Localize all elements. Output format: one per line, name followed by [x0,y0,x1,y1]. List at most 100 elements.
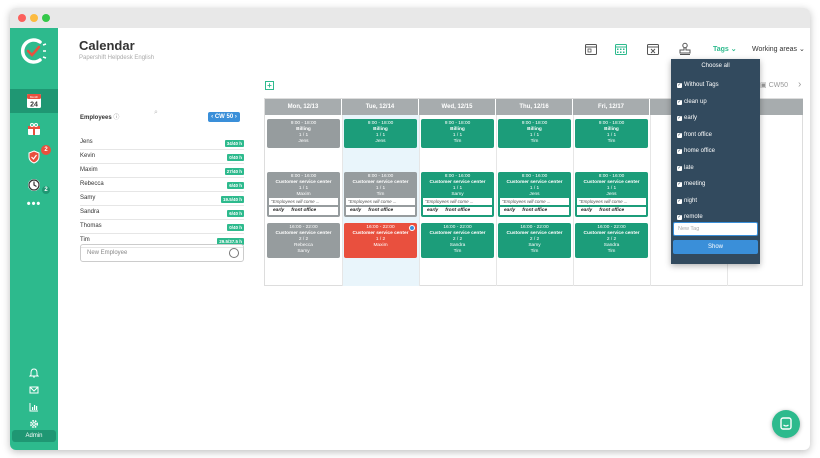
calendar-clear-icon[interactable] [646,42,660,56]
checkbox-checked-icon[interactable]: ✓ [677,116,682,121]
employee-hours-badge: 0/40 h [227,154,244,161]
calendar-day-view-icon[interactable] [584,42,598,56]
shift-card-customer-service[interactable]: 8:00 - 16:00 Customer service center 1 / 1… [344,172,417,217]
sidebar: Month 24 2 2 ••• Admin [10,28,58,450]
stamp-icon[interactable] [678,42,692,56]
tag-option-label: front office [684,131,712,138]
choose-all-link[interactable]: Choose all [671,63,760,69]
employee-row[interactable]: Samy 19.5/40 h [80,192,244,206]
sidebar-item-gift[interactable] [10,117,58,141]
close-window-icon[interactable] [18,14,26,22]
shift-card-customer-service[interactable]: 8:00 - 16:00 Customer service center 1 / 1… [498,172,571,217]
shift-card-customer-service[interactable]: 8:00 - 16:00 Customer service center 1 / 1… [421,172,494,217]
day-header: Fri, 12/17 [573,99,650,115]
papershift-logo-icon[interactable] [18,36,48,66]
shift-tags: early front office [269,207,338,215]
employee-row[interactable]: Sandra 6/40 h [80,206,244,220]
day-header: Mon, 12/13 [265,99,342,115]
cw-label: CW50 [768,82,789,89]
shift-tags: early front office [423,207,492,215]
shift-card-billing[interactable]: 9:00 - 18:00 Billing 1 / 1 Tim [421,119,494,148]
shift-tags: early front office [577,207,646,215]
working-areas-dropdown-button[interactable]: Working areas ⌄ [752,45,805,53]
employee-name: Kevin [80,153,96,159]
new-employee-input[interactable]: New Employee [80,244,244,262]
gift-icon [28,123,40,135]
tag-option-label: clean up [684,98,707,105]
shift-card-billing[interactable]: 9:00 - 18:00 Billing 1 / 1 Tim [575,119,648,148]
cw-navigation[interactable]: ▣ CW50 [760,81,788,89]
calendar-month-text: Month [30,95,39,99]
add-shift-button[interactable]: + [265,81,274,90]
shift-card-evening[interactable]: 16:00 - 22:00 Customer service center 2 / … [267,223,340,258]
employee-row[interactable]: Kevin 0/40 h [80,150,244,164]
employee-name: Sandra [80,209,100,215]
tag-option[interactable]: ✓ meeting [677,179,705,189]
shift-text: Tim [530,249,539,254]
search-icon[interactable]: ⌕ [154,109,158,117]
shift-note: "Employees will come ... [346,198,415,205]
employees-label: Employees [80,115,112,121]
shift-card-evening[interactable]: 16:00 - 22:00 Customer service center 2 / … [421,223,494,258]
shift-tags: early front office [500,207,569,215]
admin-button[interactable]: Admin [12,430,56,442]
calendar-day-text: 24 [30,102,38,109]
chat-icon [780,417,792,430]
tag-option[interactable]: ✓ clean up [677,97,707,107]
checkbox-checked-icon[interactable]: ✓ [677,215,682,220]
calendar-week-view-icon[interactable] [614,42,628,56]
shift-card-customer-service[interactable]: 8:00 - 16:00 Customer service center 1 / 1… [267,172,340,217]
shift-card-billing[interactable]: 9:00 - 18:00 Billing 1 / 1 Jens [344,119,417,148]
employee-row[interactable]: Thomas 0/40 h [80,220,244,234]
chat-button[interactable] [772,410,800,438]
window-titlebar [10,8,810,28]
tag-option[interactable]: ✓ night [677,196,697,206]
tag-option[interactable]: ✓ front office [677,130,712,140]
checkbox-checked-icon[interactable]: ✓ [677,132,682,138]
cw-badge[interactable]: ‹ CW 50 › [208,112,240,122]
tags-dropdown-button[interactable]: Tags ⌄ [713,45,737,53]
employee-row[interactable]: Rebecca 6/40 h [80,178,244,192]
minimize-window-icon[interactable] [30,14,38,22]
tag-option[interactable]: ✓ late [677,163,694,173]
checkbox-checked-icon[interactable]: ✓ [677,83,682,88]
maximize-window-icon[interactable] [42,14,50,22]
shift-text: Tim [607,249,616,254]
shift-text: Maxim [373,243,388,248]
more-menu-button[interactable]: ••• [10,192,58,216]
shift-tag: front office [291,208,317,213]
shift-card-billing[interactable]: 9:00 - 18:00 Billing 1 / 1 Tim [498,119,571,148]
checkbox-checked-icon[interactable]: ✓ [677,99,682,105]
smiley-icon[interactable] [229,248,239,258]
shift-card-customer-service[interactable]: 8:00 - 16:00 Customer service center 1 / 1… [575,172,648,217]
tag-option[interactable]: ✓ early [677,113,697,123]
employee-row[interactable]: Maxim 27/40 h [80,164,244,178]
tag-option[interactable]: ✓ Without Tags [677,80,719,90]
info-icon: ⓘ [113,115,120,121]
tag-option-label: late [684,164,694,171]
day-header: Thu, 12/16 [496,99,573,115]
employees-header: Employees ⓘ [80,112,119,121]
checkbox-checked-icon[interactable]: ✓ [677,165,682,171]
employee-row[interactable]: Jens 34/40 h [80,136,244,150]
checkbox-checked-icon[interactable]: ✓ [677,149,682,154]
new-employee-placeholder: New Employee [87,250,128,256]
shift-text: Jens [298,139,309,144]
tags-label: Tags [713,46,729,53]
tag-option[interactable]: ✓ remote [677,212,703,222]
shift-card-evening[interactable]: 16:00 - 22:00 Customer service center 2 / … [575,223,648,258]
shift-card-billing[interactable]: 9:00 - 18:00 Billing 1 / 1 Jens [267,119,340,148]
day-header: Tue, 12/14 [342,99,419,115]
tag-option[interactable]: ✓ home office [677,146,715,156]
checkbox-checked-icon[interactable]: ✓ [677,182,682,187]
shift-tag: early [350,208,362,213]
sidebar-item-calendar[interactable]: Month 24 [10,89,58,113]
next-week-icon[interactable]: › [798,79,801,90]
shift-text: Samy [297,249,310,254]
new-tag-input[interactable]: New Tag [673,222,758,236]
chart-icon [29,403,38,412]
shift-card-evening[interactable]: 16:00 - 22:00 Customer service center 2 / … [498,223,571,258]
checkbox-checked-icon[interactable]: ✓ [677,198,682,204]
shift-card-evening[interactable]: 16:00 - 22:00 Customer service center 1 / … [344,223,417,258]
show-button[interactable]: Show [673,240,758,254]
